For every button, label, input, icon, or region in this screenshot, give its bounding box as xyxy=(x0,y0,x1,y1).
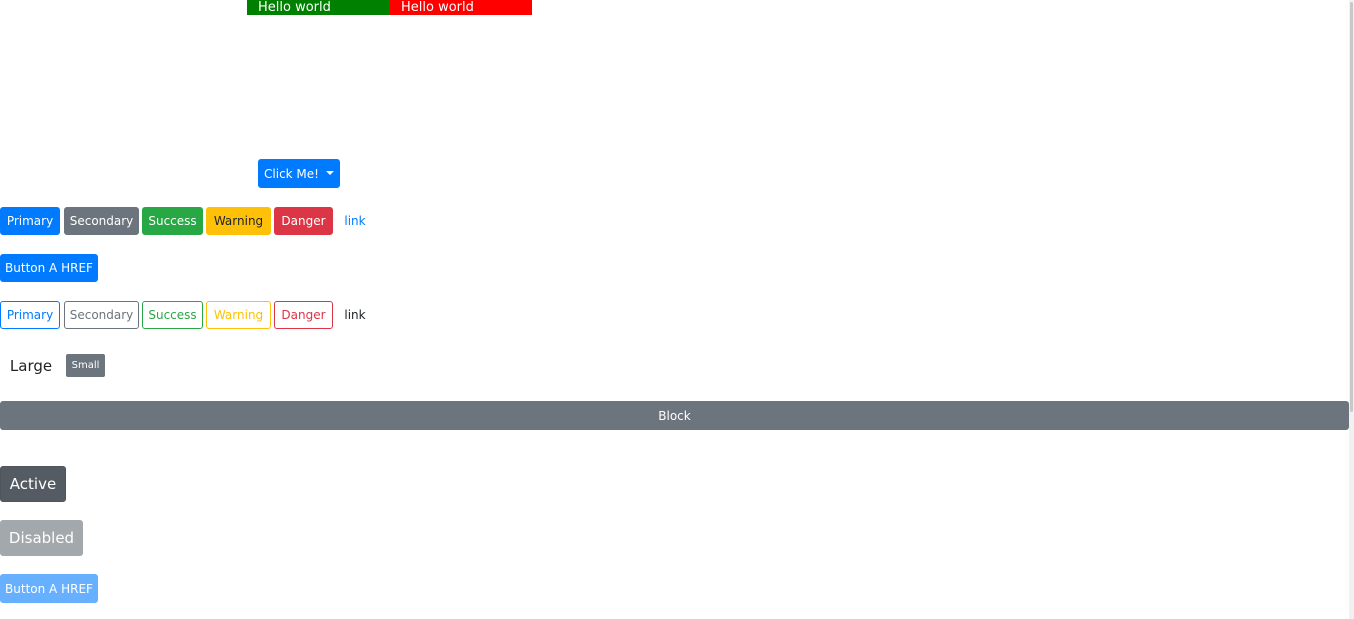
outline-primary-button[interactable]: Primary xyxy=(0,301,60,329)
outline-warning-button[interactable]: Warning xyxy=(206,301,271,329)
vertical-scrollbar[interactable] xyxy=(1349,0,1354,619)
dropdown-label: Click Me! xyxy=(264,166,319,181)
hello-world-green-box: Hello world xyxy=(247,0,390,15)
warning-button[interactable]: Warning xyxy=(206,207,271,235)
button-a-href[interactable]: Button A HREF xyxy=(0,254,98,282)
outline-secondary-button[interactable]: Secondary xyxy=(64,301,139,329)
outline-success-button[interactable]: Success xyxy=(142,301,203,329)
hello-world-red-box: Hello world xyxy=(390,0,532,15)
link-button[interactable]: link xyxy=(336,207,374,235)
active-button[interactable]: Active xyxy=(0,466,66,502)
click-me-dropdown-button[interactable]: Click Me! xyxy=(258,159,340,188)
success-button[interactable]: Success xyxy=(142,207,203,235)
button-a-href-disabled: Button A HREF xyxy=(0,574,98,603)
outline-danger-button[interactable]: Danger xyxy=(274,301,333,329)
outline-link-button[interactable]: link xyxy=(336,301,374,329)
chevron-down-icon xyxy=(325,170,334,175)
small-button[interactable]: Small xyxy=(66,354,105,377)
secondary-button[interactable]: Secondary xyxy=(64,207,139,235)
scrollbar-thumb[interactable] xyxy=(1350,2,1353,412)
primary-button[interactable]: Primary xyxy=(0,207,60,235)
large-button[interactable]: Large xyxy=(0,352,62,380)
danger-button[interactable]: Danger xyxy=(274,207,333,235)
disabled-button: Disabled xyxy=(0,520,83,556)
block-button[interactable]: Block xyxy=(0,401,1349,430)
